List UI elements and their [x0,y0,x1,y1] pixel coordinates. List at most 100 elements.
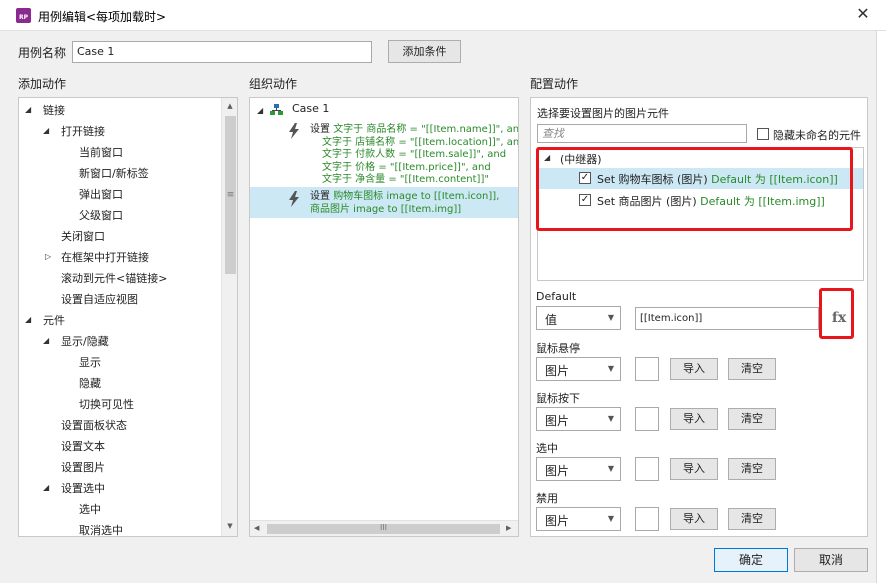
chevron-down-icon: ▼ [607,364,614,373]
add-action-item[interactable]: 设置文本 [61,438,105,454]
add-action-item[interactable]: 选中 [79,501,101,517]
state-type-select[interactable]: 图片 ▼ [536,357,621,381]
action-text-line: 设置 文字于 商品名称 = "[[Item.name]]", and [310,124,519,136]
add-action-item[interactable]: 取消选中 [79,522,123,536]
grip-icon: III [379,523,388,532]
add-action-scrollbar[interactable]: ▲ ≡ ▼ [221,98,237,536]
state-type-value: 图片 [545,364,570,378]
expand-icon[interactable]: ◢ [43,483,49,492]
default-value-input[interactable]: [[Item.icon]] [635,307,819,330]
add-action-tree: ◢ 链接 ◢ 打开链接当前窗口新窗口/新标签 弹出窗口父级窗口关闭窗口 ▷ 在框架中打开链接… [18,97,238,537]
clear-button[interactable]: 清空 [728,458,776,480]
add-action-header: 添加动作 [18,77,67,91]
import-button[interactable]: 导入 [670,458,718,480]
action-detail: 文字于 净含量 = "[[Item.content]]" [322,174,489,185]
search-input[interactable]: 查找 [537,124,747,143]
add-action-item[interactable]: 元件 [43,312,65,328]
action-item[interactable]: 设置 文字于 商品名称 = "[[Item.name]]", and 文字于 店铺… [280,120,519,186]
action-detail: 商品图片 image to [[Item.img]] [310,203,462,215]
expand-icon[interactable]: ◢ [25,315,31,324]
lightning-icon [289,191,299,207]
lightning-icon [289,123,299,139]
add-action-item[interactable]: 显示/隐藏 [61,333,109,349]
image-preview [635,357,659,381]
add-action-item[interactable]: 滚动到元件<锚链接> [61,270,167,286]
chevron-down-icon: ▼ [607,514,614,523]
select-image-widget-title: 选择要设置图片的图片元件 [537,107,669,120]
case-name-input[interactable]: Case 1 [72,41,372,63]
action-detail: 文字于 价格 = "[[Item.price]]", and [322,161,491,173]
case-expand-icon[interactable]: ◢ [257,106,263,115]
state-type-select[interactable]: 图片 ▼ [536,407,621,431]
state-label: 鼠标悬停 [536,342,580,355]
scroll-thumb[interactable]: ≡ [225,116,236,274]
action-detail: 文字于 付款人数 = "[[Item.sale]]", and [322,149,507,160]
expand-icon[interactable]: ◢ [25,105,31,114]
add-action-item[interactable]: 切换可见性 [79,396,134,412]
expand-icon[interactable]: ▷ [45,252,51,261]
add-action-item[interactable]: 新窗口/新标签 [79,165,149,181]
add-action-item[interactable]: 父级窗口 [79,207,123,223]
clear-button[interactable]: 清空 [728,508,776,530]
case-icon [270,104,283,115]
add-action-item[interactable]: 弹出窗口 [79,186,123,202]
hide-unnamed-checkbox[interactable] [757,128,769,140]
add-action-item[interactable]: 设置图片 [61,459,105,475]
ok-button[interactable]: 确定 [714,548,788,572]
default-label: Default [536,290,577,303]
chevron-down-icon: ▼ [607,464,614,473]
action-text-line: 文字于 价格 = "[[Item.price]]", and [322,162,491,174]
action-text-line: 文字于 净含量 = "[[Item.content]]" [322,174,489,186]
add-condition-button[interactable]: 添加条件 [388,40,461,63]
clear-button[interactable]: 清空 [728,408,776,430]
action-detail: 文字于 店铺名称 = "[[Item.location]]", and [322,136,519,148]
add-action-item[interactable]: 在框架中打开链接 [61,249,149,265]
close-icon[interactable]: ✕ [852,3,874,25]
hide-unnamed-label: 隐藏未命名的元件 [773,129,861,142]
add-action-item[interactable]: 当前窗口 [79,144,123,160]
cancel-button[interactable]: 取消 [794,548,868,572]
organize-action-header: 组织动作 [249,77,298,91]
scroll-down-icon[interactable]: ▼ [223,522,237,530]
default-type-value: 值 [545,313,558,327]
scroll-left-icon[interactable]: ◀ [254,524,259,532]
scroll-right-icon[interactable]: ▶ [506,524,511,532]
action-text-line: 文字于 付款人数 = "[[Item.sale]]", and [322,149,506,161]
add-action-item[interactable]: 打开链接 [61,123,105,139]
add-action-item[interactable]: 设置面板状态 [61,417,127,433]
add-action-item[interactable]: 设置选中 [61,480,105,496]
import-button[interactable]: 导入 [670,508,718,530]
organize-hscrollbar[interactable]: ◀ III ▶ [250,520,518,536]
scroll-up-icon[interactable]: ▲ [223,102,237,110]
title-bar: RP 用例编辑<每项加载时> ✕ [0,0,886,31]
state-label: 鼠标按下 [536,392,580,405]
add-action-item[interactable]: 隐藏 [79,375,101,391]
clear-button[interactable]: 清空 [728,358,776,380]
grip-icon: ≡ [226,190,235,200]
window-title: 用例编辑<每项加载时> [38,10,167,24]
state-type-select[interactable]: 图片 ▼ [536,457,621,481]
case-editor-dialog: RP 用例编辑<每项加载时> ✕ 用例名称 Case 1 添加条件 添加动作 组… [0,0,886,583]
add-action-item[interactable]: 关闭窗口 [61,228,105,244]
add-action-item[interactable]: 显示 [79,354,101,370]
state-type-select[interactable]: 图片 ▼ [536,507,621,531]
image-preview [635,407,659,431]
action-verb: 设置 [310,124,334,135]
case-label[interactable]: Case 1 [292,102,329,115]
default-type-select[interactable]: 值 ▼ [536,306,621,330]
state-label: 选中 [536,442,558,455]
expand-icon[interactable]: ◢ [43,336,49,345]
hscroll-thumb[interactable]: III [267,523,500,534]
action-item-selected[interactable]: 设置 购物车图标 image to [[Item.icon]], 商品图片 ima… [250,187,518,218]
action-text-line: 设置 购物车图标 image to [[Item.icon]], [310,191,499,203]
configure-action-header: 配置动作 [530,77,579,91]
add-action-item[interactable]: 链接 [43,102,65,118]
import-button[interactable]: 导入 [670,408,718,430]
highlight-box-widget-list [536,147,853,231]
action-text-line: 文字于 店铺名称 = "[[Item.location]]", and [322,136,519,149]
add-action-item[interactable]: 设置自适应视图 [61,291,138,307]
import-button[interactable]: 导入 [670,358,718,380]
expand-icon[interactable]: ◢ [43,126,49,135]
action-detail: 文字于 商品名称 = "[[Item.name]]", and [333,124,519,135]
chevron-down-icon: ▼ [607,313,614,322]
